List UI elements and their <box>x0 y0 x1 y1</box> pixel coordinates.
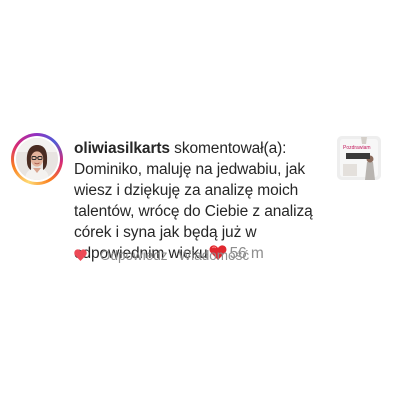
heart-icon[interactable] <box>74 249 87 261</box>
comment-notification[interactable]: oliwiasilkarts skomentował(a): Dominiko,… <box>0 0 400 400</box>
post-thumbnail[interactable]: Pozdrawiam <box>337 136 381 180</box>
post-thumbnail-caption: Pozdrawiam <box>343 145 371 151</box>
comment-action-label: skomentował(a): <box>174 140 287 157</box>
avatar-ring-gap <box>14 136 60 182</box>
avatar-photo <box>16 138 58 180</box>
avatar[interactable] <box>16 138 58 180</box>
post-thumbnail-banner <box>346 153 370 159</box>
avatar-story-ring[interactable] <box>11 133 63 185</box>
comment-actions: Odpowiedz Wiadomość <box>74 245 260 265</box>
username-link[interactable]: oliwiasilkarts <box>74 140 170 157</box>
reply-button[interactable]: Odpowiedz <box>100 248 168 263</box>
message-button[interactable]: Wiadomość <box>179 248 250 263</box>
